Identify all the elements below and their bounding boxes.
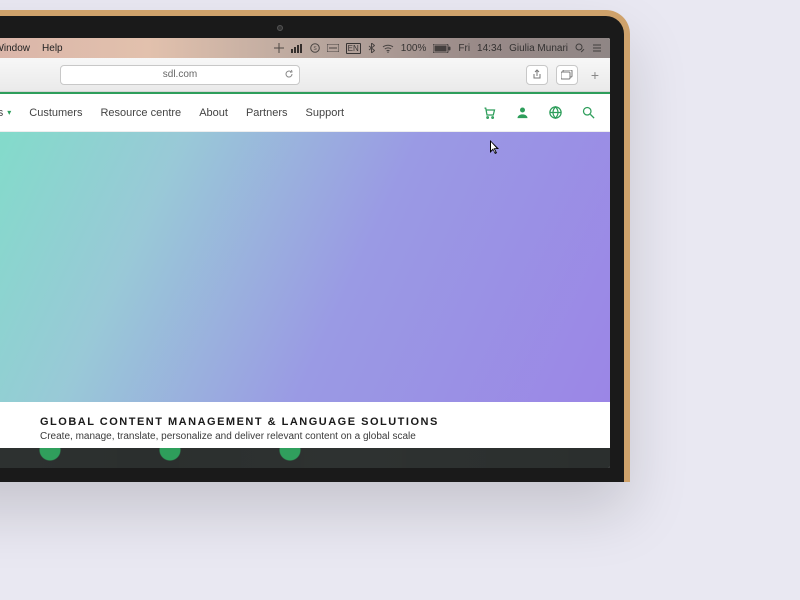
user-icon[interactable] [515,105,530,120]
menubar-user[interactable]: Giulia Munari [509,43,568,54]
menubar-day: Fri [458,43,470,54]
nav-item-customers[interactable]: Custumers [29,107,82,119]
vpn-icon[interactable]: S [310,43,320,53]
safari-new-tab-button[interactable]: + [586,66,604,84]
safari-toolbar: sdl.com + [0,58,610,92]
menubar-time: 14:34 [477,43,502,54]
site-nav: Solutions ▾ Custumers Resource centre Ab… [0,94,610,132]
laptop-mockup: narks Window Help S [0,10,630,482]
laptop-camera [277,25,283,31]
safari-tabs-button[interactable] [556,65,578,85]
cart-icon[interactable] [482,105,497,120]
macos-menu-item[interactable]: Help [42,43,63,54]
wifi-icon[interactable] [382,44,394,53]
spotlight-icon[interactable] [575,43,585,53]
bluetooth-icon[interactable] [368,43,375,53]
battery-percent: 100% [401,43,427,54]
globe-icon[interactable] [548,105,563,120]
tagline-strip: GLOBAL CONTENT MANAGEMENT & LANGUAGE SOL… [0,402,610,448]
nav-item-label: Solutions [0,107,3,119]
tagline-headline: GLOBAL CONTENT MANAGEMENT & LANGUAGE SOL… [40,416,610,428]
svg-text:S: S [313,46,317,52]
tagline-subtext: Create, manage, translate, personalize a… [40,431,610,442]
crosshair-icon[interactable] [274,43,284,53]
screen-icon[interactable] [291,44,303,53]
search-icon[interactable] [581,105,596,120]
menu-icon[interactable] [592,43,602,53]
footer-edge-graphic [0,448,610,468]
laptop-bezel: narks Window Help S [0,16,624,482]
nav-item-resource-centre[interactable]: Resource centre [100,107,181,119]
chevron-down-icon: ▾ [7,108,11,117]
safari-share-button[interactable] [526,65,548,85]
language-icon[interactable]: EN [346,43,361,54]
mouse-cursor-icon [490,140,501,158]
hero-banner [0,132,610,402]
macos-menu-item[interactable]: Window [0,43,30,54]
nav-item-about[interactable]: About [199,107,228,119]
nav-item-support[interactable]: Support [306,107,345,119]
battery-icon[interactable] [433,44,451,53]
nav-item-solutions[interactable]: Solutions ▾ [0,107,11,119]
laptop-screen: narks Window Help S [0,38,610,468]
nav-item-partners[interactable]: Partners [246,107,288,119]
reload-icon[interactable] [284,69,294,82]
safari-url-text: sdl.com [163,69,197,80]
safari-url-field[interactable]: sdl.com [60,65,300,85]
keyboard-icon[interactable] [327,44,339,52]
macos-menubar: narks Window Help S [0,38,610,58]
